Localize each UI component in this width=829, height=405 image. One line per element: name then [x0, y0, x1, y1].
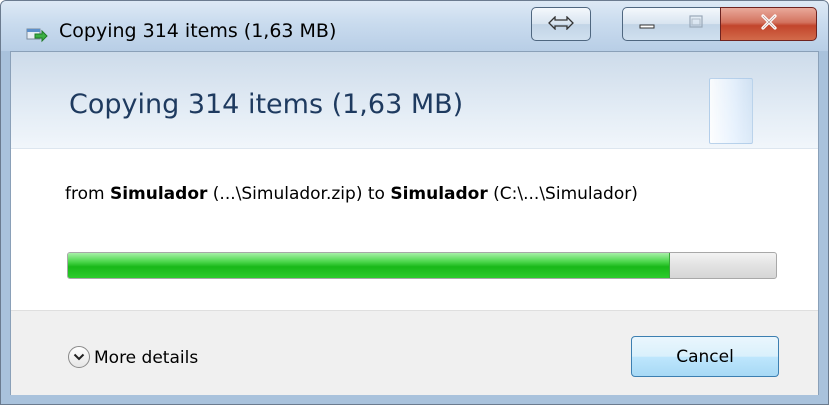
window-title: Copying 314 items (1,63 MB) — [59, 20, 337, 42]
transfer-description: from Simulador (...\Simulador.zip) to Si… — [65, 183, 638, 205]
resize-arrows-icon — [548, 14, 574, 34]
destination-link[interactable]: Simulador — [390, 184, 487, 204]
close-icon — [759, 13, 779, 35]
close-button[interactable] — [720, 7, 817, 41]
destination-path: (C:\...\Simulador) — [487, 184, 638, 204]
page-title: Copying 314 items (1,63 MB) — [69, 89, 464, 120]
dialog-footer: More details Cancel — [11, 310, 818, 395]
document-illustration-icon — [709, 78, 753, 144]
resize-button[interactable] — [531, 7, 591, 41]
copy-dialog-window: Copying 314 items (1,63 MB) Copying 314 … — [0, 0, 829, 405]
header-band: Copying 314 items (1,63 MB) — [11, 52, 818, 149]
chevron-down-circle-icon[interactable] — [68, 346, 90, 368]
minimize-button[interactable] — [622, 7, 672, 41]
copy-arrow-icon — [26, 25, 48, 43]
cancel-button[interactable]: Cancel — [631, 336, 779, 377]
source-link[interactable]: Simulador — [110, 184, 207, 204]
more-details-toggle[interactable]: More details — [94, 347, 198, 369]
maximize-icon — [687, 14, 705, 34]
maximize-button[interactable] — [671, 7, 721, 41]
title-bar[interactable]: Copying 314 items (1,63 MB) — [1, 1, 828, 51]
copy-progress-bar — [67, 252, 777, 279]
progress-fill — [68, 253, 670, 278]
dialog-content: Copying 314 items (1,63 MB) from Simulad… — [10, 51, 819, 395]
minimize-icon — [638, 15, 656, 34]
from-prefix: from — [65, 184, 110, 204]
source-path: (...\Simulador.zip) to — [207, 184, 391, 204]
